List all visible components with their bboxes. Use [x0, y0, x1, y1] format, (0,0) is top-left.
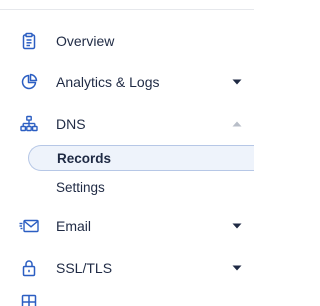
lock-icon [19, 258, 39, 278]
sidebar-item-ssl-tls[interactable]: SSL/TLS [0, 251, 254, 285]
clipboard-icon [19, 31, 39, 51]
pie-chart-icon [19, 72, 39, 92]
grid-icon [19, 292, 39, 306]
sidebar-subitem-label: Settings [56, 179, 105, 195]
sidebar-item-label: Overview [56, 33, 115, 49]
sidebar-item-overview[interactable]: Overview [0, 24, 254, 58]
top-divider [0, 9, 254, 10]
sidebar-item-label: Analytics & Logs [56, 74, 160, 90]
sidebar-item-dns[interactable]: DNS [0, 107, 254, 141]
chevron-down-icon[interactable] [231, 76, 243, 88]
sidebar-item-next-partial[interactable] [0, 292, 254, 306]
chevron-up-icon[interactable] [231, 118, 243, 130]
network-icon [19, 114, 39, 134]
sidebar-subitem-records[interactable]: Records [28, 145, 254, 171]
sidebar-item-label: SSL/TLS [56, 260, 113, 276]
sidebar-subitem-settings[interactable]: Settings [28, 174, 254, 200]
sidebar-subitem-label: Records [57, 150, 112, 166]
chevron-down-icon[interactable] [231, 262, 243, 274]
chevron-down-icon[interactable] [231, 220, 243, 232]
sidebar-item-analytics-logs[interactable]: Analytics & Logs [0, 65, 254, 99]
sidebar-item-label: Email [56, 218, 92, 234]
sidebar-item-label: DNS [56, 116, 86, 132]
sidebar-item-email[interactable]: Email [0, 209, 254, 243]
email-icon [19, 216, 39, 236]
